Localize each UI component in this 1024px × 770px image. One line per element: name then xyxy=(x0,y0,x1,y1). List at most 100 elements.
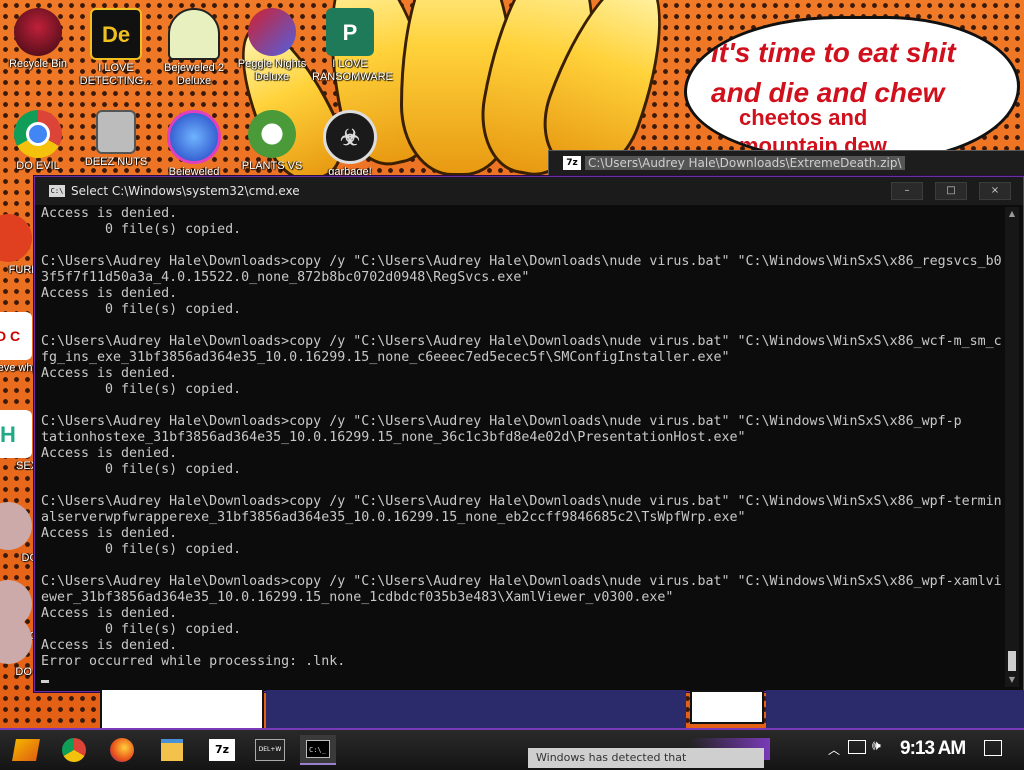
console-line: 0 file(s) copied. xyxy=(41,462,242,477)
text-cursor xyxy=(41,680,49,683)
desktop-icon-label: Peggle Nights Deluxe xyxy=(237,58,307,83)
cmd-titlebar[interactable]: C:\ Select C:\Windows\system32\cmd.exe –… xyxy=(35,177,1023,205)
7zip-icon: 7z xyxy=(209,739,235,761)
firefox-icon xyxy=(110,738,134,762)
network-icon[interactable] xyxy=(848,740,866,754)
7zip-icon: 7z xyxy=(563,156,581,170)
desktop-icon-label: PLANTS VS xyxy=(241,160,303,172)
console-line: C:\Users\Audrey Hale\Downloads>copy /y "… xyxy=(41,254,1001,269)
console-line: C:\Users\Audrey Hale\Downloads>copy /y "… xyxy=(41,574,1001,589)
notification-toast[interactable]: Windows has detected that xyxy=(528,748,764,768)
speech-line: cheetos and xyxy=(739,105,868,130)
console-line: Error occurred while processing: .lnk. xyxy=(41,654,346,669)
speech-line: it's time to eat shit xyxy=(711,37,956,68)
taskbar-7zip[interactable]: 7z xyxy=(204,735,240,765)
partial-icon-6 xyxy=(0,616,32,664)
console-line: 0 file(s) copied. xyxy=(41,542,242,557)
desktop-icon-label: DEEZ NUTS xyxy=(84,156,148,168)
desktop-icon-garbage[interactable]: ☣ garbage! xyxy=(312,110,388,179)
partial-icon-1 xyxy=(0,214,32,262)
console-scrollbar[interactable]: ▲ ▼ xyxy=(1005,207,1019,687)
desktop-icon-label: I LOVE RANSOMWARE xyxy=(312,58,393,83)
desktop-icon-label: Bejeweled 2 Deluxe xyxy=(164,62,224,87)
notifications-icon[interactable] xyxy=(984,740,1002,756)
bejeweled-2-icon xyxy=(168,8,220,60)
scrollbar-thumb[interactable] xyxy=(1008,651,1016,671)
publisher-icon: P xyxy=(326,8,374,56)
desktop-icon-label: DO EVIL xyxy=(16,160,60,172)
scroll-down-icon[interactable]: ▼ xyxy=(1005,673,1019,687)
partial-icon-4 xyxy=(0,502,32,550)
console-line: 0 file(s) copied. xyxy=(41,622,242,637)
chrome-icon xyxy=(14,110,62,158)
desktop-icon-label: I LOVE DETECTING... xyxy=(79,62,153,87)
taskbar-cmd[interactable]: C:\_ xyxy=(300,735,336,765)
console-line: 0 file(s) copied. xyxy=(41,382,242,397)
desktop-icon-ransomware[interactable]: P I LOVE RANSOMWARE xyxy=(312,8,393,84)
desktop-icon-do-evil[interactable]: DO EVIL xyxy=(0,110,76,173)
console-line: 0 file(s) copied. xyxy=(41,302,242,317)
console-line: ewer_31bf3856ad364e35_10.0.16299.15_none… xyxy=(41,590,674,605)
console-line: Access is denied. xyxy=(41,606,178,621)
console-line: C:\Users\Audrey Hale\Downloads>copy /y "… xyxy=(41,414,962,429)
taskbar-firefox[interactable] xyxy=(104,735,140,765)
console-line: C:\Users\Audrey Hale\Downloads>copy /y "… xyxy=(41,334,1001,349)
recycle-bin-icon xyxy=(14,8,62,56)
desktop-icon-recycle-bin[interactable]: Recycle Bin xyxy=(0,8,76,71)
cmd-window-title: Select C:\Windows\system32\cmd.exe xyxy=(71,184,300,198)
archive-window-title: C:\Users\Audrey Hale\Downloads\ExtremeDe… xyxy=(585,156,905,170)
biohazard-icon: ☣ xyxy=(323,110,377,164)
console-line: C:\Users\Audrey Hale\Downloads>copy /y "… xyxy=(41,494,1001,509)
cmd-icon: C:\ xyxy=(49,185,65,197)
maximize-button[interactable]: □ xyxy=(935,182,967,200)
console-line: Access is denied. xyxy=(41,446,178,461)
bejeweled-icon xyxy=(167,110,221,164)
console-line: alserverwpfwrapperexe_31bf3856ad364e35_1… xyxy=(41,510,746,525)
start-button[interactable] xyxy=(8,735,44,765)
close-button[interactable]: × xyxy=(979,182,1011,200)
plants-vs-zombies-icon xyxy=(248,110,296,158)
chrome-icon xyxy=(62,738,86,762)
taskbar-chrome[interactable] xyxy=(56,735,92,765)
desktop-icon-label: Recycle Bin xyxy=(8,58,68,70)
peggle-icon xyxy=(248,8,296,56)
desktop-icon-deez-nuts[interactable]: DEEZ NUTS xyxy=(78,110,154,169)
console-line: 3f5f7f11d50a3a_4.0.15522.0_none_872b8bc0… xyxy=(41,270,530,285)
console-line: 0 file(s) copied. xyxy=(41,222,242,237)
desktop-icon-detector[interactable]: De I LOVE DETECTING... xyxy=(78,8,154,88)
file-explorer-icon xyxy=(161,739,183,761)
desktop-icon-plants-vs[interactable]: PLANTS VS xyxy=(234,110,310,173)
console-line: fg_ins_exe_31bf3856ad364e35_10.0.16299.1… xyxy=(41,350,730,365)
detector-app-icon: De xyxy=(90,8,142,60)
taskbar: 7z DEL+W C:\_ ︿ 🕪 9:13 AM xyxy=(0,728,1024,770)
desktop-icon-bejeweled[interactable]: Bejeweled xyxy=(156,110,232,179)
wallpaper-lower xyxy=(0,690,1024,732)
archive-window[interactable]: 7z C:\Users\Audrey Hale\Downloads\Extrem… xyxy=(548,150,1024,178)
desktop-icon-bejeweled-2[interactable]: Bejeweled 2 Deluxe xyxy=(156,8,232,88)
taskbar-file-explorer[interactable] xyxy=(154,735,190,765)
minimize-button[interactable]: – xyxy=(891,182,923,200)
taskbar-delete-tool[interactable]: DEL+W xyxy=(252,735,288,765)
desktop-icon-peggle[interactable]: Peggle Nights Deluxe xyxy=(234,8,310,84)
partial-icon-3: H xyxy=(0,410,32,458)
cmd-window[interactable]: C:\ Select C:\Windows\system32\cmd.exe –… xyxy=(34,176,1024,692)
cmd-icon: C:\_ xyxy=(306,740,330,758)
chevron-up-icon[interactable]: ︿ xyxy=(828,741,840,758)
console-line: tationhostexe_31bf3856ad364e35_10.0.1629… xyxy=(41,430,746,445)
start-icon xyxy=(12,739,40,761)
console-line: Access is denied. xyxy=(41,366,178,381)
console-line: Access is denied. xyxy=(41,206,178,221)
speech-bubble: it's time to eat shit and die and chew c… xyxy=(684,16,1020,162)
console-line: Access is denied. xyxy=(41,286,178,301)
console-line: Access is denied. xyxy=(41,638,178,653)
clock[interactable]: 9:13 AM xyxy=(900,738,966,760)
scroll-up-icon[interactable]: ▲ xyxy=(1005,207,1019,221)
volume-icon[interactable]: 🕪 xyxy=(872,738,881,754)
console-output[interactable]: Access is denied. 0 file(s) copied. C:\Us… xyxy=(41,206,1001,690)
console-line: Access is denied. xyxy=(41,526,178,541)
copy-files-icon xyxy=(96,110,136,154)
